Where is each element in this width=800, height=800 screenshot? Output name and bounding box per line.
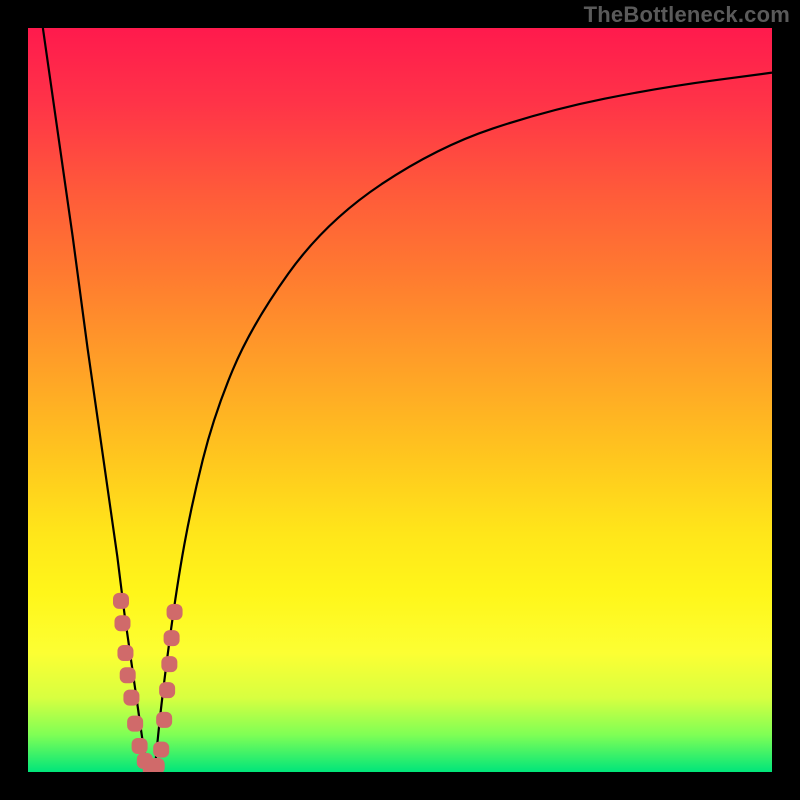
marker-dot — [159, 682, 175, 698]
plot-area — [28, 28, 772, 772]
curves-svg — [28, 28, 772, 772]
marker-dot — [123, 690, 139, 706]
marker-dot — [127, 716, 143, 732]
marker-dot — [156, 712, 172, 728]
chart-frame: TheBottleneck.com — [0, 0, 800, 800]
marker-dot — [167, 604, 183, 620]
marker-dot — [132, 738, 148, 754]
right-branch-curve — [154, 73, 772, 772]
marker-dot — [114, 615, 130, 631]
left-branch-curve — [43, 28, 147, 772]
marker-dot — [161, 656, 177, 672]
marker-dot — [153, 742, 169, 758]
watermark-text: TheBottleneck.com — [584, 2, 790, 28]
markers-group — [113, 593, 183, 772]
marker-dot — [164, 630, 180, 646]
marker-dot — [113, 593, 129, 609]
marker-dot — [149, 758, 165, 772]
marker-dot — [120, 667, 136, 683]
marker-dot — [117, 645, 133, 661]
